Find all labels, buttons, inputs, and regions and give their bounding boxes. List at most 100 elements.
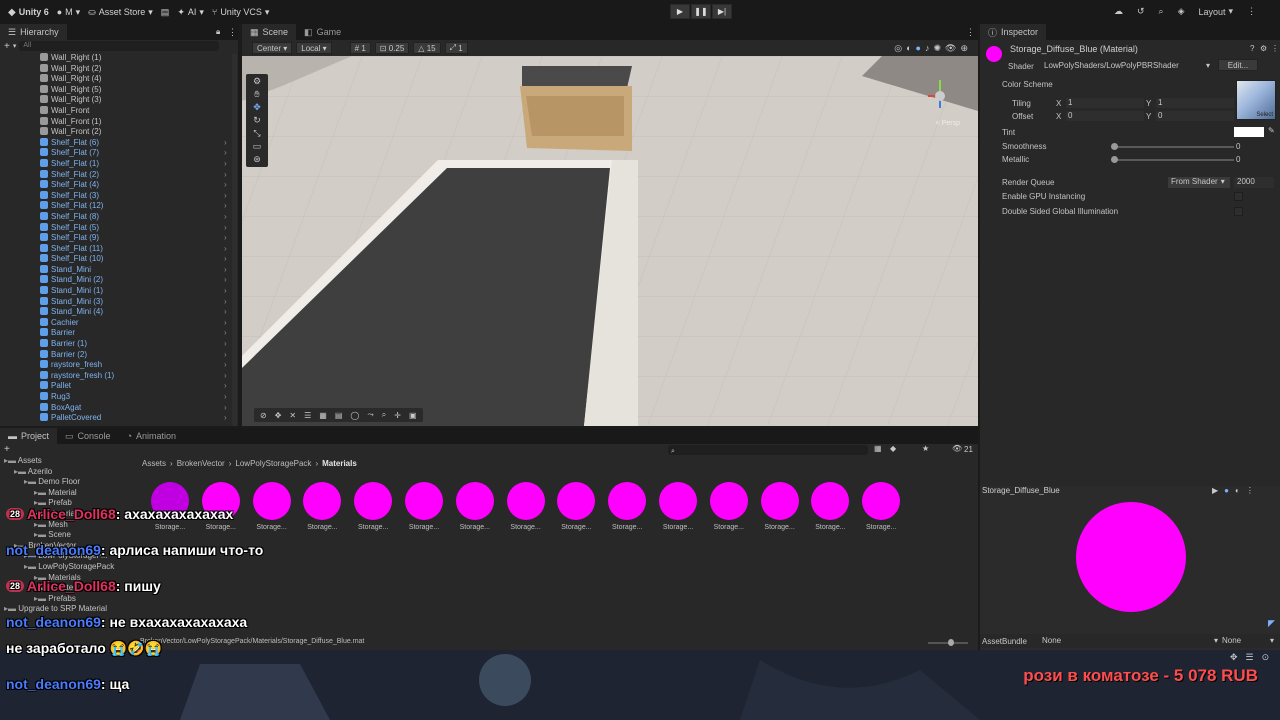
- hierarchy-item[interactable]: PalletCovered ›: [0, 413, 238, 424]
- search-input[interactable]: All: [19, 41, 220, 51]
- material-asset[interactable]: Storage...: [453, 482, 497, 534]
- overlay-rotate-icon[interactable]: ◯: [350, 411, 359, 420]
- folder-tree-item[interactable]: ▸▬ Azerilo: [0, 467, 135, 478]
- filter-icon[interactable]: ▦: [874, 444, 882, 453]
- chevron-right-icon[interactable]: ›: [224, 148, 227, 159]
- material-asset[interactable]: Storage...: [504, 482, 548, 534]
- smoothness-value[interactable]: 0: [1236, 142, 1240, 151]
- unity-menu[interactable]: ◆ Unity 6: [8, 7, 49, 18]
- visibility-icon[interactable]: 👁︎: [945, 43, 956, 54]
- slider-thumb[interactable]: [1111, 143, 1118, 150]
- material-asset[interactable]: Storage...: [351, 482, 395, 534]
- folder-tree-item[interactable]: ▸▬ Upgrade to SRP Material: [0, 604, 135, 615]
- chevron-right-icon[interactable]: ›: [224, 138, 227, 149]
- layers-icon[interactable]: ◈: [1178, 6, 1185, 17]
- hierarchy-item[interactable]: Wall_Right (3): [0, 95, 238, 106]
- overlay-move-icon[interactable]: ✥: [275, 411, 282, 420]
- scale-snap[interactable]: ⤢ 1: [444, 42, 468, 54]
- gizmos-icon[interactable]: ⊕: [960, 43, 968, 54]
- slider-thumb[interactable]: [948, 639, 954, 646]
- hand-tool-icon[interactable]: ✋︎: [254, 89, 259, 100]
- play-button[interactable]: ▶: [670, 4, 690, 19]
- more-menu-icon[interactable]: ⋮: [1247, 6, 1256, 17]
- add-icon[interactable]: +: [4, 41, 10, 52]
- hierarchy-item[interactable]: Shelf_Flat (4) ›: [0, 180, 238, 191]
- hierarchy-item[interactable]: Wall_Front (1): [0, 116, 238, 128]
- search-icon[interactable]: ⌕: [1159, 6, 1164, 17]
- effects-icon[interactable]: ✺: [933, 43, 941, 54]
- star-icon[interactable]: ★: [922, 444, 929, 453]
- hierarchy-item[interactable]: Shelf_Flat (6) ›: [0, 137, 238, 149]
- chevron-right-icon[interactable]: ›: [224, 360, 227, 371]
- chevron-right-icon[interactable]: ›: [224, 180, 227, 191]
- network-icon[interactable]: ✥: [1230, 652, 1238, 663]
- pause-button[interactable]: ❚❚: [691, 4, 711, 19]
- folder-tree-item[interactable]: ▸▬ Materials: [0, 573, 135, 584]
- folder-tree-item[interactable]: ▸▬ Scene: [0, 530, 135, 541]
- light-icon[interactable]: ◐: [1235, 486, 1240, 495]
- cloud-icon[interactable]: ☁: [1114, 6, 1123, 17]
- overlay-cross-icon[interactable]: ✕: [289, 411, 296, 420]
- folder-tree-item[interactable]: ▸▬ LowPolyStorageP...: [0, 551, 135, 562]
- orientation-gizmo[interactable]: < Persp: [910, 72, 960, 127]
- hierarchy-item[interactable]: Stand_Mini (3) ›: [0, 296, 238, 308]
- notification-icon[interactable]: ⊙: [1262, 652, 1270, 663]
- assetbundle-dropdown[interactable]: None ▾: [1042, 636, 1218, 645]
- chevron-right-icon[interactable]: ›: [224, 254, 227, 265]
- hierarchy-item[interactable]: Wall_Front (2): [0, 127, 238, 138]
- folder-tree-item[interactable]: ▸▬ Material: [0, 509, 135, 520]
- sphere-icon[interactable]: ●: [1224, 486, 1229, 495]
- hierarchy-item[interactable]: Cachier ›: [0, 317, 238, 329]
- visibility-icon[interactable]: 👁︎: [952, 444, 962, 453]
- render-queue-dropdown[interactable]: From Shader ▾: [1168, 177, 1230, 188]
- tab-project[interactable]: ▬ Project: [0, 428, 58, 444]
- chevron-right-icon[interactable]: ›: [224, 201, 227, 212]
- tab-scene[interactable]: ▦ Scene: [242, 24, 297, 40]
- hierarchy-item[interactable]: Shelf_Flat (9) ›: [0, 233, 238, 244]
- step-button[interactable]: ▶|: [712, 4, 732, 19]
- more-menu-icon[interactable]: ⋮: [966, 27, 975, 38]
- folder-tree-item[interactable]: ▸▬ Palettes: [0, 583, 135, 594]
- folder-tree-item[interactable]: ▸▬ Prefab: [0, 498, 135, 509]
- tiling-y-input[interactable]: 1: [1156, 98, 1234, 108]
- variant-dropdown[interactable]: None ▾: [1222, 636, 1274, 645]
- overlay-path-icon[interactable]: ⤳: [367, 410, 373, 420]
- hierarchy-item[interactable]: Shelf_Flat (12) ›: [0, 201, 238, 212]
- tab-hierarchy[interactable]: ☰ Hierarchy: [0, 24, 67, 40]
- offset-y-input[interactable]: 0: [1156, 111, 1234, 121]
- history-icon[interactable]: ↺: [1137, 6, 1145, 17]
- chevron-right-icon[interactable]: ›: [224, 350, 227, 361]
- double-sided-gi-checkbox[interactable]: [1234, 207, 1243, 216]
- rect-tool-icon[interactable]: ▭: [253, 141, 262, 152]
- chevron-right-icon[interactable]: ›: [224, 318, 227, 329]
- chevron-right-icon[interactable]: ›: [224, 328, 227, 339]
- slider-thumb[interactable]: [1111, 156, 1118, 163]
- chevron-right-icon[interactable]: ›: [224, 265, 227, 276]
- preview-sphere[interactable]: [1076, 502, 1186, 612]
- overlay-gizmo-icon[interactable]: ⊘: [260, 411, 267, 420]
- overlay-list-icon[interactable]: ☰: [304, 411, 311, 420]
- material-asset[interactable]: Storage...: [199, 482, 243, 534]
- shader-edit-button[interactable]: Edit...: [1218, 59, 1258, 71]
- folder-tree-item[interactable]: ▸▬ LowPolyStoragePack: [0, 562, 135, 573]
- pivot-dropdown[interactable]: Center ▾: [252, 42, 293, 54]
- material-asset[interactable]: Storage...: [605, 482, 649, 534]
- overlay-save-icon[interactable]: ▣: [409, 411, 417, 420]
- chevron-right-icon[interactable]: ›: [224, 159, 227, 170]
- chevron-right-icon[interactable]: ›: [224, 170, 227, 181]
- angle-snap[interactable]: △ 15: [413, 42, 441, 54]
- hierarchy-item[interactable]: Shelf_Flat (8) ›: [0, 211, 238, 223]
- hierarchy-item[interactable]: Barrier ›: [0, 328, 238, 339]
- tiling-x-input[interactable]: 1: [1066, 98, 1144, 108]
- eyedropper-icon[interactable]: ✎: [1268, 126, 1275, 135]
- grid-snap-button[interactable]: # 1: [349, 42, 371, 54]
- overlay-grid-icon[interactable]: ▦: [319, 411, 327, 420]
- hierarchy-item[interactable]: Shelf_Flat (7) ›: [0, 148, 238, 159]
- transform-tool-icon[interactable]: ⊛: [253, 154, 261, 165]
- hierarchy-item[interactable]: Pallet ›: [0, 381, 238, 392]
- hierarchy-item[interactable]: Wall_Right (5): [0, 84, 238, 96]
- metallic-value[interactable]: 0: [1236, 155, 1240, 164]
- material-asset[interactable]: Storage...: [300, 482, 344, 534]
- breadcrumb-item[interactable]: Materials: [322, 459, 357, 468]
- folder-tree-item[interactable]: ▸▬ Assets: [0, 456, 135, 467]
